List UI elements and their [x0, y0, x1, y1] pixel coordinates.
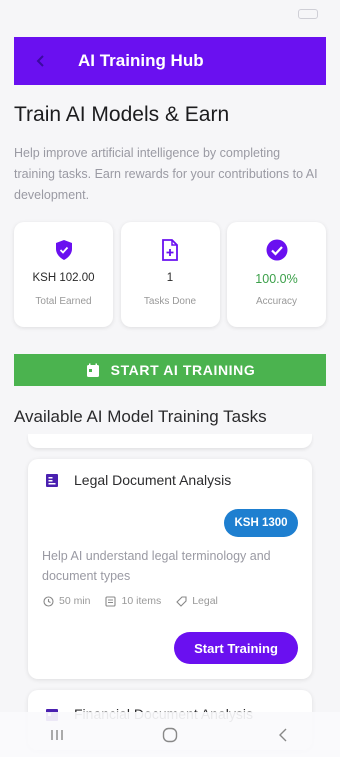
calendar-icon: [85, 362, 101, 378]
stats-row: KSH 102.00 Total Earned 1 Tasks Done 100…: [14, 222, 326, 327]
start-training-button[interactable]: Start Training: [174, 632, 298, 664]
back-arrow-icon[interactable]: [30, 50, 52, 72]
recent-apps-button[interactable]: [37, 720, 77, 750]
clock-icon: [42, 595, 54, 607]
start-ai-training-button[interactable]: START AI TRAINING: [14, 354, 326, 386]
home-button[interactable]: [150, 720, 190, 750]
task-description: Help AI understand legal terminology and…: [42, 549, 271, 583]
list-icon: [105, 595, 117, 607]
section-title: Available AI Model Training Tasks: [14, 407, 267, 426]
start-ai-training-label: START AI TRAINING: [110, 362, 256, 378]
duration-text: 50 min: [59, 595, 91, 607]
task-card: Legal Document Analysis KSH 1300 Help AI…: [28, 459, 312, 679]
previous-task-card: [28, 434, 312, 448]
price-badge: KSH 1300: [224, 509, 298, 537]
stat-value: 1: [166, 272, 174, 284]
app-bar: AI Training Hub: [14, 37, 326, 85]
stat-label: Total Earned: [35, 296, 92, 307]
task-title: Legal Document Analysis: [74, 472, 232, 488]
tag-icon: [175, 595, 187, 607]
items-meta: 10 items: [105, 595, 162, 607]
category-text: Legal: [192, 595, 218, 607]
page-title: Train AI Models & Earn: [14, 103, 230, 126]
shield-icon: [52, 238, 76, 262]
battery-icon: [298, 9, 318, 19]
back-button[interactable]: [263, 720, 303, 750]
category-meta: Legal: [175, 595, 218, 607]
stat-label: Tasks Done: [143, 296, 197, 307]
stat-label: Accuracy: [255, 296, 298, 307]
items-text: 10 items: [121, 595, 162, 607]
system-nav-bar: [0, 712, 340, 757]
status-bar: [0, 0, 340, 30]
task-meta: 50 min 10 items Legal: [42, 595, 232, 607]
intro-text: Help improve artificial intelligence by …: [14, 146, 318, 202]
file-plus-icon: [158, 238, 182, 262]
duration-meta: 50 min: [42, 595, 91, 607]
check-circle-icon: [265, 238, 289, 262]
task-header: Legal Document Analysis: [44, 472, 231, 488]
stat-value: KSH 102.00: [32, 272, 95, 284]
stat-card-tasks-done: 1 Tasks Done: [120, 222, 220, 327]
app-title: AI Training Hub: [78, 51, 204, 70]
stat-value: 100.0%: [255, 272, 298, 286]
stat-card-accuracy: 100.0% Accuracy: [227, 222, 326, 327]
document-icon: [44, 472, 60, 488]
stat-card-total-earned: KSH 102.00 Total Earned: [14, 222, 113, 327]
